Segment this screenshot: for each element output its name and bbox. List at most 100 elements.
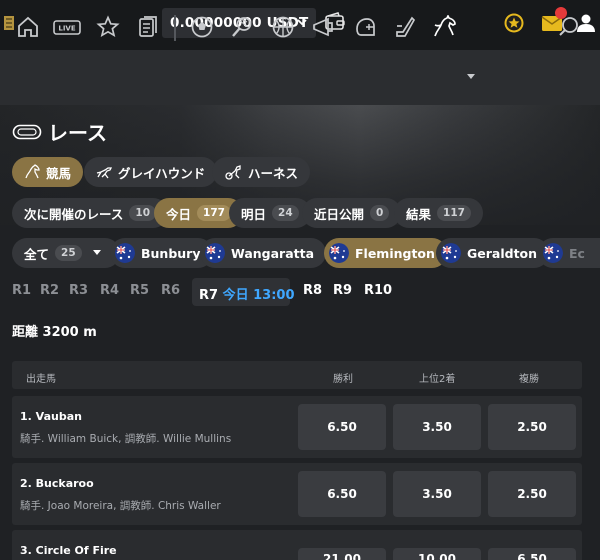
venue-flemington[interactable]: Flemington — [324, 238, 447, 268]
filter-results[interactable]: 結果 117 — [394, 198, 483, 228]
greyhound-icon — [96, 167, 112, 179]
venue-wangaratta[interactable]: Wangaratta — [200, 238, 327, 268]
horse-racing-icon — [25, 164, 40, 179]
race-tab[interactable]: R2 — [40, 283, 59, 298]
venue-label: Geraldton — [467, 245, 538, 261]
runner-name: 3. Circle Of Fire — [20, 544, 117, 557]
filter-count: 117 — [437, 205, 471, 221]
venue-select-label: 全て — [24, 246, 50, 262]
odds-value: 6.50 — [517, 552, 547, 560]
runner-jockey: 騎手. William Buick, 調教師. Willie Mullins — [20, 433, 232, 445]
race-number: R7 — [199, 288, 219, 303]
race-distance: 距離 3200 m — [12, 321, 97, 340]
venue-partial[interactable]: Ec — [538, 238, 600, 268]
filter-count: 10 — [129, 205, 157, 221]
distance-value: 3200 m — [42, 325, 97, 340]
filter-label: 今日 — [166, 206, 192, 222]
harness-icon — [225, 165, 241, 180]
race-tab[interactable]: R10 — [364, 283, 392, 298]
logo-icon[interactable] — [2, 14, 16, 32]
favorites-star-icon[interactable] — [96, 15, 120, 39]
header-runner: 出走馬 — [26, 374, 56, 385]
svg-text:LIVE: LIVE — [58, 25, 75, 33]
filter-label: 近日公開 — [314, 206, 365, 222]
chevron-down-icon — [297, 19, 307, 26]
australia-flag-icon — [205, 243, 225, 263]
odds-win-button[interactable]: 6.50 — [298, 471, 386, 517]
venue-label: Flemington — [355, 245, 435, 261]
odds-place-button[interactable]: 2.50 — [488, 471, 576, 517]
soccer-icon[interactable] — [190, 15, 214, 39]
basketball-icon[interactable] — [271, 15, 295, 39]
odds-top2-button[interactable]: 3.50 — [393, 404, 481, 450]
hockey-icon[interactable] — [393, 15, 417, 39]
odds-value: 10.00 — [418, 552, 456, 560]
search-icon[interactable] — [557, 15, 581, 39]
venue-bunbury[interactable]: Bunbury — [110, 238, 213, 268]
venue-filter-select[interactable]: 全て 25 — [12, 238, 120, 268]
venue-select-count: 25 — [55, 245, 82, 261]
horse-racing-icon[interactable] — [432, 15, 458, 39]
odds-win-button[interactable]: 21.00 — [298, 548, 386, 560]
betslip-icon[interactable] — [136, 15, 160, 39]
filter-next-races[interactable]: 次に開催のレース 10 — [12, 198, 169, 228]
filter-label: 次に開催のレース — [24, 206, 124, 222]
esports-icon[interactable] — [311, 15, 335, 39]
chevron-down-icon — [92, 250, 101, 255]
category-label: 競馬 — [46, 165, 72, 181]
odds-place-button[interactable]: 6.50 — [488, 548, 576, 560]
venue-geraldton[interactable]: Geraldton — [436, 238, 550, 268]
filter-label: 明日 — [241, 206, 267, 222]
category-label: グレイハウンド — [118, 165, 206, 181]
australia-flag-icon — [115, 243, 135, 263]
category-greyhound[interactable]: グレイハウンド — [84, 157, 218, 187]
race-tab-selected-label: R7 今日 13:00 — [199, 284, 295, 303]
race-tab[interactable]: R4 — [100, 283, 119, 298]
race-tab[interactable]: R8 — [303, 283, 322, 298]
filter-count: 0 — [370, 205, 390, 221]
filter-count: 24 — [272, 205, 299, 221]
distance-label: 距離 — [12, 325, 39, 340]
filter-count: 177 — [197, 205, 231, 221]
odds-top2-button[interactable]: 3.50 — [393, 471, 481, 517]
category-label: ハーネス — [248, 165, 299, 181]
runner-jockey: 騎手. Joao Moreira, 調教師. Chris Waller — [20, 500, 221, 512]
category-horse-racing[interactable]: 競馬 — [12, 157, 84, 187]
race-track-icon — [12, 124, 42, 140]
australia-flag-icon — [441, 243, 461, 263]
tennis-icon[interactable] — [230, 15, 254, 39]
filter-label: 結果 — [406, 206, 432, 222]
sport-navigation — [0, 50, 600, 105]
venue-label: Ec — [569, 245, 585, 261]
header-place: 複勝 — [519, 374, 539, 385]
race-tab[interactable]: R6 — [161, 283, 180, 298]
header-top2: 上位2着 — [419, 374, 456, 385]
runner-name: 2. Buckaroo — [20, 477, 94, 490]
venue-label: Wangaratta — [231, 245, 315, 261]
race-tab[interactable]: R5 — [130, 283, 149, 298]
runner-name: 1. Vauban — [20, 410, 82, 423]
filter-tomorrow[interactable]: 明日 24 — [229, 198, 311, 228]
american-football-icon[interactable] — [353, 15, 377, 39]
nav-divider — [174, 15, 176, 41]
race-tab[interactable]: R1 — [12, 283, 31, 298]
home-icon[interactable] — [16, 15, 40, 39]
race-time: 13:00 — [253, 288, 295, 303]
odds-top2-button[interactable]: 10.00 — [393, 548, 481, 560]
chevron-down-icon[interactable] — [466, 73, 476, 81]
odds-table-header — [12, 361, 582, 389]
odds-value: 21.00 — [323, 552, 361, 560]
race-day: 今日 — [222, 288, 249, 303]
category-harness[interactable]: ハーネス — [212, 157, 311, 187]
race-tab[interactable]: R3 — [69, 283, 88, 298]
race-tab[interactable]: R9 — [333, 283, 352, 298]
australia-flag-icon — [543, 243, 563, 263]
odds-win-button[interactable]: 6.50 — [298, 404, 386, 450]
australia-flag-icon — [329, 243, 349, 263]
rewards-star-icon[interactable] — [504, 13, 524, 33]
odds-place-button[interactable]: 2.50 — [488, 404, 576, 450]
venue-label: Bunbury — [141, 245, 201, 261]
live-icon[interactable]: LIVE — [53, 15, 81, 39]
filter-upcoming[interactable]: 近日公開 0 — [302, 198, 402, 228]
header-win: 勝利 — [333, 374, 353, 385]
